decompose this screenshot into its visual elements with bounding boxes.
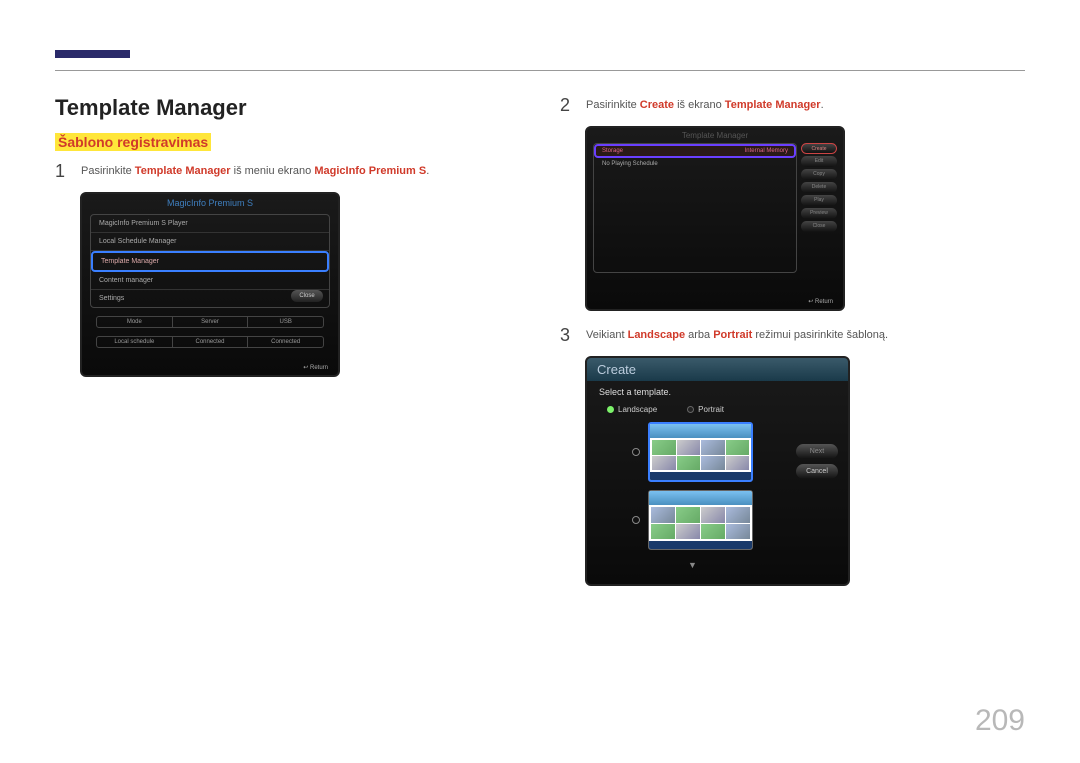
template-thumb-1[interactable] (648, 422, 753, 482)
return-label: ↩ Return (808, 298, 833, 305)
close-button[interactable]: Close (291, 290, 323, 302)
select-template-label: Select a template. (587, 381, 848, 403)
step-number: 1 (55, 161, 71, 182)
menu-item-selected[interactable]: Template Manager (91, 251, 329, 272)
page-title: Template Manager (55, 95, 520, 121)
screenshot-menu: MagicInfo Premium S MagicInfo Premium S … (80, 192, 340, 377)
cancel-button[interactable]: Cancel (796, 464, 838, 479)
step-2-text: Pasirinkite Create iš ekrano Template Ma… (586, 95, 824, 113)
next-button[interactable]: Next (796, 444, 838, 459)
step-1-text: Pasirinkite Template Manager iš meniu ek… (81, 161, 429, 179)
play-button[interactable]: Play (801, 195, 837, 206)
thumb-radio[interactable] (632, 516, 640, 524)
left-column: Template Manager Šablono registravimas 1… (55, 95, 520, 586)
edit-button[interactable]: Edit (801, 156, 837, 167)
create-button[interactable]: Create (801, 143, 837, 154)
status-header: Mode Server USB (96, 316, 324, 328)
screenshot-template-manager: Template Manager Storage Internal Memory… (585, 126, 845, 311)
storage-header[interactable]: Storage Internal Memory (594, 144, 796, 158)
menu-item[interactable]: Local Schedule Manager (91, 233, 329, 251)
header-accent (55, 50, 130, 58)
button-stack: Create Edit Copy Delete Play Preview Clo… (801, 143, 837, 273)
create-title: Create (587, 358, 848, 381)
template-thumb-2[interactable] (648, 490, 753, 550)
shot1-title: MagicInfo Premium S (82, 194, 338, 212)
header-divider (55, 70, 1025, 71)
preview-button[interactable]: Preview (801, 208, 837, 219)
step-number: 2 (560, 95, 576, 116)
subtitle: Šablono registravimas (55, 133, 211, 151)
scroll-down-icon[interactable]: ▼ (688, 560, 697, 570)
right-column: 2 Pasirinkite Create iš ekrano Template … (560, 95, 1025, 586)
step-number: 3 (560, 325, 576, 346)
shot2-title: Template Manager (587, 128, 843, 143)
storage-panel: Storage Internal Memory No Playing Sched… (593, 143, 797, 273)
orientation-radios: Landscape Portrait (587, 403, 848, 416)
step-2: 2 Pasirinkite Create iš ekrano Template … (560, 95, 1025, 116)
portrait-radio[interactable]: Portrait (687, 405, 724, 414)
template-thumbnails: ▼ (597, 422, 788, 570)
step-1: 1 Pasirinkite Template Manager iš meniu … (55, 161, 520, 182)
content-columns: Template Manager Šablono registravimas 1… (55, 95, 1025, 586)
status-values: Local schedule Connected Connected (96, 336, 324, 348)
schedule-text: No Playing Schedule (594, 158, 796, 170)
screenshot-create: Create Select a template. Landscape Port… (585, 356, 850, 586)
step-3: 3 Veikiant Landscape arba Portrait režim… (560, 325, 1025, 346)
thumb-radio[interactable] (632, 448, 640, 456)
delete-button[interactable]: Delete (801, 182, 837, 193)
create-side-buttons: Next Cancel (796, 444, 838, 570)
menu-item[interactable]: Content manager (91, 272, 329, 290)
return-label: ↩ Return (303, 364, 328, 371)
copy-button[interactable]: Copy (801, 169, 837, 180)
landscape-radio[interactable]: Landscape (607, 405, 657, 414)
page-number: 209 (975, 704, 1025, 738)
step-3-text: Veikiant Landscape arba Portrait režimui… (586, 325, 888, 343)
close-button[interactable]: Close (801, 221, 837, 232)
menu-item[interactable]: MagicInfo Premium S Player (91, 215, 329, 233)
